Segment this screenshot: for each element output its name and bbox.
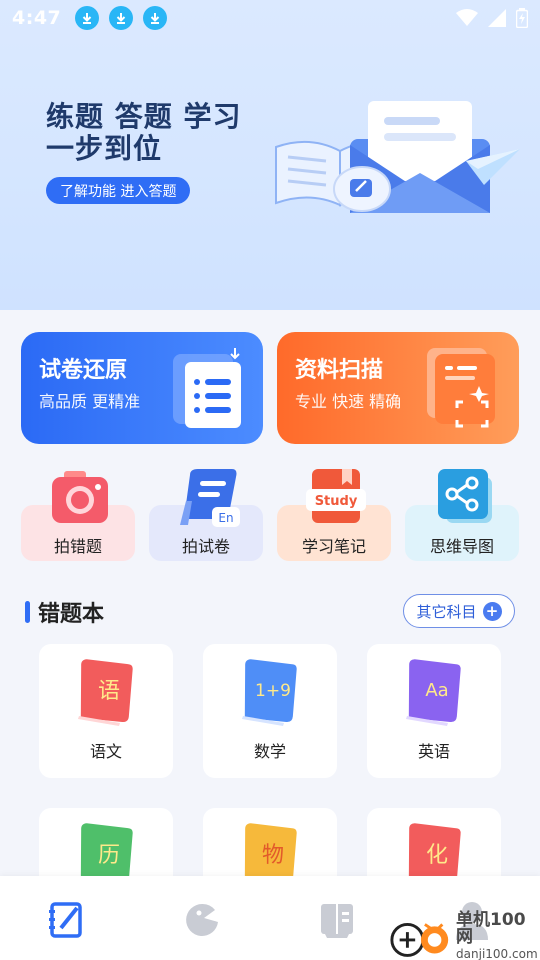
section-accent-bar [25, 601, 30, 623]
doc-scan-title: 资料扫描 [295, 358, 384, 383]
paper-scroll-icon: En [180, 469, 240, 527]
camera-icon [52, 471, 108, 523]
other-subjects-button[interactable]: 其它科目 + [403, 594, 515, 628]
envelope-illustration [275, 101, 520, 213]
download-icon [143, 6, 168, 30]
download-icon [75, 6, 100, 30]
snap-mistake-label: 拍错题 [53, 537, 102, 556]
snap-mistake-tool[interactable]: 拍错题 [21, 467, 135, 561]
hero-title-line1: 练题 答题 学习 [46, 100, 242, 133]
subject-card-chinese[interactable]: 语 语文 [39, 644, 173, 778]
study-notebook-icon: Study [306, 469, 366, 523]
status-bar: 4:47 [0, 0, 540, 36]
nav-game[interactable] [182, 900, 222, 940]
exam-restore-card[interactable]: 试卷还原 高品质 更精准 [21, 332, 263, 444]
doc-scan-card[interactable]: 资料扫描 专业 快速 精确 [277, 332, 519, 444]
wifi-icon [456, 9, 478, 26]
exam-paper-icon [173, 348, 241, 428]
mind-map-label: 思维导图 [429, 537, 494, 556]
physics-glyph: 物 [262, 843, 284, 868]
subject-card-english[interactable]: Aa 英语 [367, 644, 501, 778]
doc-scan-subtitle: 专业 快速 精确 [295, 392, 402, 411]
watermark-logo-icon [390, 922, 449, 957]
chinese-book-icon: 语 [78, 659, 133, 726]
subject-label: 语文 [89, 742, 122, 761]
mind-map-icon [438, 469, 492, 523]
nav-library[interactable] [317, 900, 357, 940]
wrong-book-title: 错题本 [38, 602, 105, 627]
subject-label: 英语 [417, 742, 450, 761]
study-notes-label: 学习笔记 [301, 537, 366, 556]
game-icon [186, 903, 218, 936]
snap-paper-label: 拍试卷 [181, 537, 230, 556]
nav-notebook[interactable] [47, 900, 87, 940]
status-time: 4:47 [12, 7, 62, 29]
hero-cta-button[interactable]: 了解功能 进入答题 [46, 177, 191, 204]
en-badge: En [218, 511, 233, 525]
chemistry-glyph: 化 [426, 843, 448, 868]
download-icon [109, 6, 134, 30]
watermark-name: 单机100网 [456, 910, 526, 947]
hero-title-line2: 一步到位 [46, 132, 163, 165]
exam-restore-subtitle: 高品质 更精准 [39, 392, 141, 411]
notebook-icon [49, 902, 82, 938]
math-book-icon: 1+9 [242, 659, 297, 726]
math-glyph: 1+9 [255, 681, 291, 701]
plus-icon: + [482, 601, 502, 621]
study-badge: Study [315, 494, 358, 509]
subject-label: 数学 [253, 742, 286, 761]
watermark: 单机100网 danji100.com [388, 912, 540, 960]
mind-map-tool[interactable]: 思维导图 [405, 467, 519, 561]
other-subjects-label: 其它科目 [416, 602, 477, 621]
battery-icon [516, 8, 528, 28]
snap-paper-tool[interactable]: En 拍试卷 [149, 467, 263, 561]
hero-title: 练题 答题 学习 一步到位 [46, 101, 242, 165]
english-book-icon: Aa [406, 659, 461, 726]
chinese-glyph: 语 [98, 679, 120, 704]
watermark-url: danji100.com [456, 947, 538, 960]
subject-card-math[interactable]: 1+9 数学 [203, 644, 337, 778]
signal-icon [488, 9, 506, 27]
study-notes-tool[interactable]: Study 学习笔记 [277, 467, 391, 561]
hero-banner[interactable]: 练题 答题 学习 一步到位 了解功能 进入答题 [0, 0, 540, 310]
exam-restore-title: 试卷还原 [39, 358, 128, 383]
history-glyph: 历 [98, 843, 120, 868]
book-icon [321, 904, 353, 938]
scan-document-icon [427, 348, 495, 428]
english-glyph: Aa [425, 680, 448, 701]
